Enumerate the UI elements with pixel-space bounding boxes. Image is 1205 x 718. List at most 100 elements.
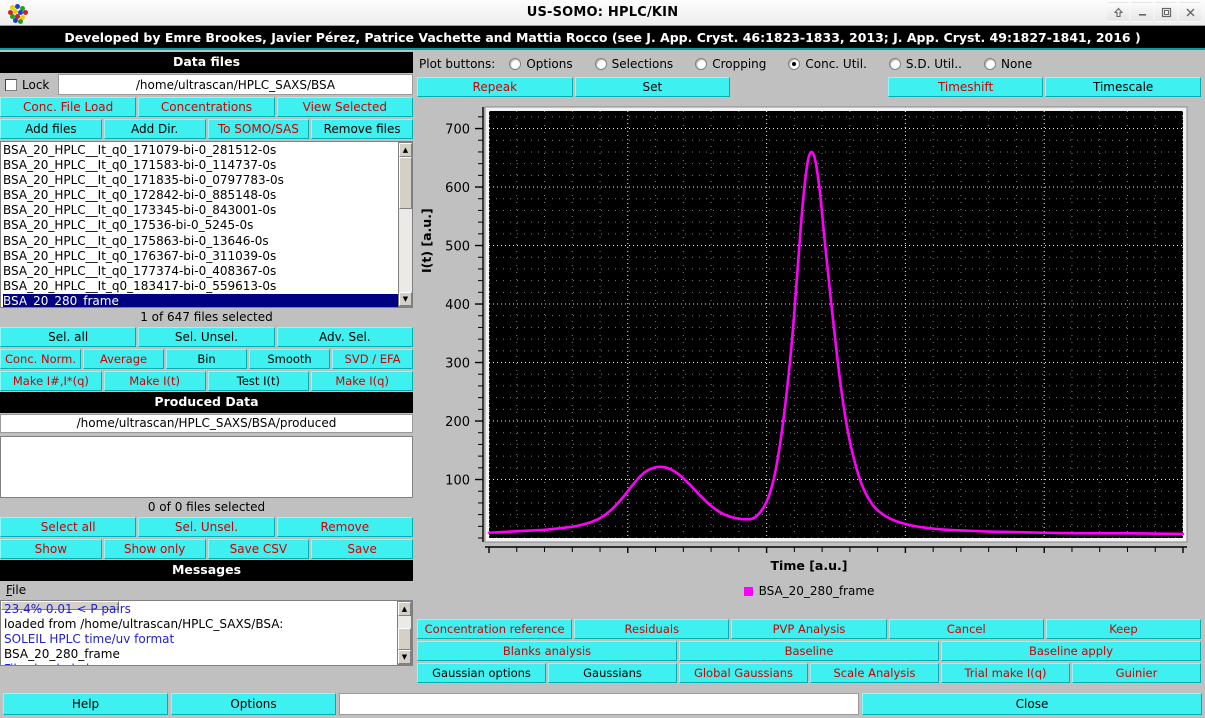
add-dir-button[interactable]: Add Dir. (103, 119, 206, 139)
list-item[interactable]: BSA_20_HPLC__It_q0_175863-bi-0_13646-0s (3, 234, 398, 249)
scrollbar-thumb[interactable] (399, 157, 412, 209)
messages-scroll-up-icon[interactable]: ▲ (398, 602, 411, 616)
radio-conc-util[interactable]: Conc. Util. (788, 57, 867, 71)
pvp-analysis-button[interactable]: PVP Analysis (731, 619, 887, 639)
make-it-button[interactable]: Make I(t) (103, 371, 206, 391)
add-files-button[interactable]: Add files (0, 119, 102, 139)
test-it-button[interactable]: Test I(t) (207, 371, 310, 391)
make-iq-button[interactable]: Make I(q) (311, 371, 413, 391)
view-selected-button[interactable]: View Selected (276, 97, 413, 117)
analysis-row1: Concentration reference Residuals PVP An… (417, 619, 1202, 639)
svg-text:700: 700 (445, 123, 470, 138)
remove-files-button[interactable]: Remove files (311, 119, 413, 139)
produced-data-row2: Show Show only Save CSV Save (0, 539, 413, 559)
timeshift-button[interactable]: Timeshift (887, 77, 1044, 97)
data-files-list[interactable]: BSA_20_HPLC__It_q0_171079-bi-0_281512-0s… (1, 142, 398, 307)
radio-icon[interactable] (984, 58, 996, 70)
scroll-up-icon[interactable]: ▲ (399, 143, 412, 157)
radio-sd-util[interactable]: S.D. Util.. (888, 57, 962, 71)
data-files-status: 1 of 647 files selected (0, 308, 413, 325)
list-item[interactable]: BSA_20_HPLC__It_q0_17536-bi-0_5245-0s (3, 218, 398, 233)
chart-svg[interactable]: 100200300400500600700050100150200250 (417, 103, 1201, 553)
data-files-scrollbar[interactable]: ▲ ▼ (398, 142, 413, 307)
scrollbar-track[interactable] (399, 157, 412, 292)
messages-menubar[interactable]: File (0, 581, 413, 600)
to-somo-sas-button[interactable]: To SOMO/SAS (207, 119, 310, 139)
radio-options[interactable]: Options (509, 57, 573, 71)
baseline-button[interactable]: Baseline (679, 641, 939, 661)
footer-options-button[interactable]: Options (171, 693, 336, 715)
cancel-button[interactable]: Cancel (888, 619, 1044, 639)
trial-make-iq-button[interactable]: Trial make I(q) (941, 663, 1070, 683)
messages-scroll-down-icon[interactable]: ▼ (398, 650, 411, 664)
list-item[interactable]: BSA_20_HPLC__It_q0_176367-bi-0_311039-0s (3, 249, 398, 264)
radio-none[interactable]: None (984, 57, 1032, 71)
radio-cropping[interactable]: Cropping (695, 57, 766, 71)
list-item[interactable]: BSA_20_HPLC__It_q0_171583-bi-0_114737-0s (3, 158, 398, 173)
list-item[interactable]: BSA_20_HPLC__It_q0_183417-bi-0_559613-0s (3, 279, 398, 294)
list-item[interactable]: BSA_20_HPLC__It_q0_177374-bi-0_408367-0s (3, 264, 398, 279)
global-gaussians-button[interactable]: Global Gaussians (679, 663, 808, 683)
radio-icon[interactable] (594, 58, 607, 70)
radio-selections[interactable]: Selections (594, 57, 673, 71)
lock-control[interactable]: Lock (0, 74, 58, 95)
gaussians-button[interactable]: Gaussians (548, 663, 677, 683)
select-all-button[interactable]: Select all (0, 517, 137, 537)
radio-icon[interactable] (888, 58, 901, 70)
adv-sel-button[interactable]: Adv. Sel. (276, 327, 413, 347)
scroll-down-icon[interactable]: ▼ (399, 292, 412, 306)
minimize-button[interactable] (1131, 2, 1153, 22)
list-item[interactable]: BSA_20_HPLC__It_q0_171835-bi-0_0797783-0… (3, 173, 398, 188)
radio-selected-icon[interactable] (788, 58, 801, 70)
average-button[interactable]: Average (83, 349, 164, 369)
messages-scrollbar-track[interactable] (398, 616, 411, 650)
timescale-button[interactable]: Timescale (1045, 77, 1201, 97)
shade-button[interactable] (1107, 2, 1129, 22)
list-item-selected[interactable]: BSA_20_280_frame (3, 293, 398, 307)
residuals-button[interactable]: Residuals (574, 619, 730, 639)
radio-icon[interactable] (509, 58, 522, 70)
sel-unsel-button[interactable]: Sel. Unsel. (138, 327, 275, 347)
show-only-button[interactable]: Show only (103, 539, 206, 559)
make-i-star-q-button[interactable]: Make I#,I*(q) (0, 371, 102, 391)
messages-text-area[interactable]: 23.4% 0.01 < P pairs loaded from /home/u… (0, 600, 413, 666)
lock-checkbox[interactable] (5, 78, 17, 91)
smooth-button[interactable]: Smooth (249, 349, 330, 369)
close-button[interactable] (1179, 2, 1201, 22)
conc-norm-button[interactable]: Conc. Norm. (0, 349, 81, 369)
guinier-button[interactable]: Guinier (1072, 663, 1201, 683)
radio-icon[interactable] (695, 58, 708, 70)
concentration-reference-button[interactable]: Concentration reference (417, 619, 573, 639)
produced-data-list[interactable] (0, 436, 413, 498)
gaussian-options-button[interactable]: Gaussian options (417, 663, 546, 683)
close-app-button[interactable]: Close (862, 693, 1202, 715)
show-button[interactable]: Show (0, 539, 102, 559)
scale-analysis-button[interactable]: Scale Analysis (810, 663, 939, 683)
produced-sel-unsel-button[interactable]: Sel. Unsel. (138, 517, 275, 537)
produced-remove-button[interactable]: Remove (276, 517, 413, 537)
data-files-listbox[interactable]: BSA_20_HPLC__It_q0_171079-bi-0_281512-0s… (0, 141, 413, 308)
keep-button[interactable]: Keep (1045, 619, 1202, 639)
save-button[interactable]: Save (311, 539, 413, 559)
bin-button[interactable]: Bin (166, 349, 247, 369)
set-button[interactable]: Set (574, 77, 731, 97)
plot-area[interactable]: I(t) [a.u.] 1002003004005006007000501001… (417, 103, 1201, 603)
messages-scrollbar[interactable]: ▲ ▼ (397, 601, 412, 665)
messages-scrollbar-thumb[interactable] (398, 628, 411, 650)
file-menu-item[interactable]: File (6, 583, 26, 597)
baseline-apply-button[interactable]: Baseline apply (941, 641, 1201, 661)
conc-file-load-button[interactable]: Conc. File Load (0, 97, 137, 117)
maximize-button[interactable] (1155, 2, 1177, 22)
repeak-button[interactable]: Repeak (417, 77, 573, 97)
list-item[interactable]: BSA_20_HPLC__It_q0_173345-bi-0_843001-0s (3, 203, 398, 218)
svd-efa-button[interactable]: SVD / EFA (332, 349, 413, 369)
analysis-buttons: Concentration reference Residuals PVP An… (413, 617, 1205, 683)
sel-all-button[interactable]: Sel. all (0, 327, 137, 347)
concentrations-button[interactable]: Concentrations (138, 97, 275, 117)
save-csv-button[interactable]: Save CSV (207, 539, 310, 559)
blanks-analysis-button[interactable]: Blanks analysis (417, 641, 677, 661)
help-button[interactable]: Help (3, 693, 168, 715)
list-item[interactable]: BSA_20_HPLC__It_q0_171079-bi-0_281512-0s (3, 143, 398, 158)
list-item[interactable]: BSA_20_HPLC__It_q0_172842-bi-0_885148-0s (3, 188, 398, 203)
